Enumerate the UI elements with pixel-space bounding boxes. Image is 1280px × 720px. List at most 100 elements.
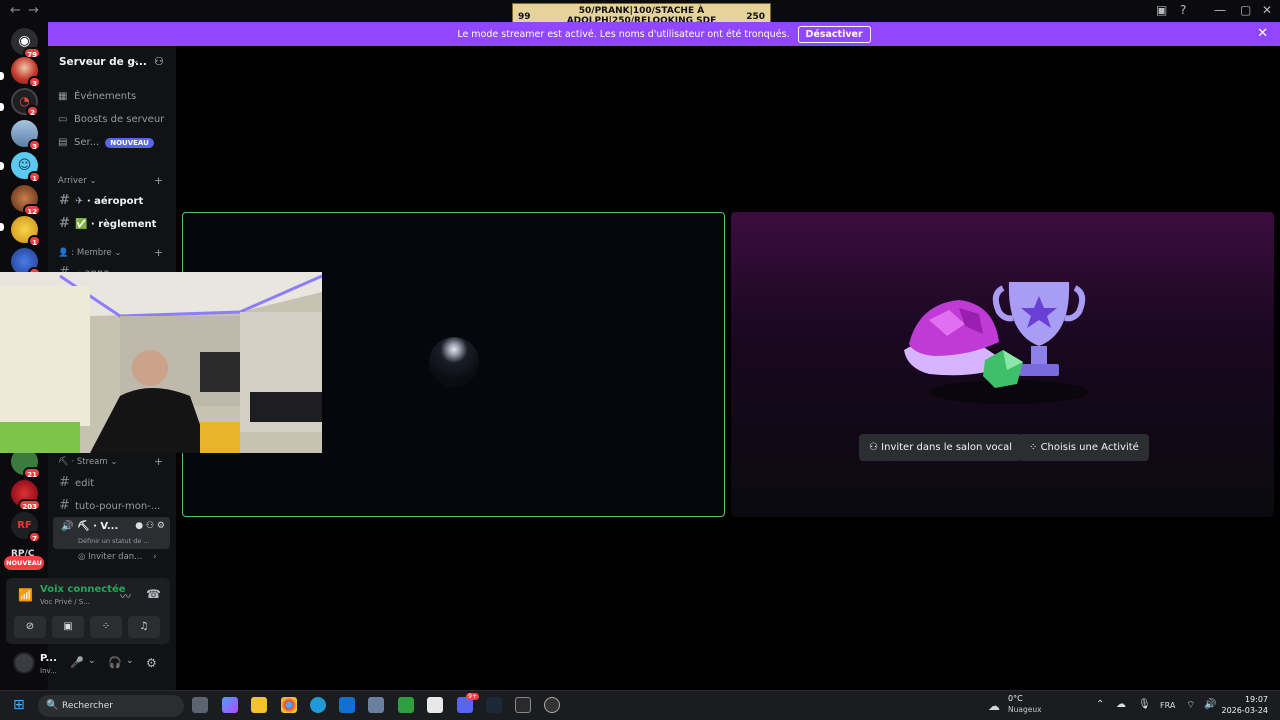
voice-connected-channel[interactable]: Voc Privé / S...: [40, 598, 90, 606]
system-clock[interactable]: 19:07 2026-03-24: [1222, 694, 1269, 716]
weather-description[interactable]: Nuageux: [1008, 705, 1042, 714]
server-icon[interactable]: 3: [11, 120, 41, 151]
soundboard-icon: ♫: [139, 621, 149, 632]
chevron-down-icon[interactable]: ⌄: [88, 656, 96, 666]
headphones-icon[interactable]: 🎧: [108, 656, 122, 669]
wifi-icon[interactable]: ⌔: [1186, 699, 1195, 712]
add-channel-icon[interactable]: +: [154, 246, 163, 259]
calendar-icon: ▦: [58, 91, 68, 102]
streamer-mode-banner: Le mode streamer est activé. Les noms d'…: [48, 22, 1280, 46]
task-view-icon[interactable]: [192, 697, 208, 713]
server-badge: 203: [18, 499, 41, 511]
weather-temperature[interactable]: 0°C: [1008, 694, 1023, 703]
minimize-icon[interactable]: —: [1214, 3, 1226, 17]
category-label: Stream: [76, 457, 108, 467]
events-label: Événements: [74, 91, 137, 102]
microphone-tray-icon[interactable]: 🎙: [1138, 699, 1151, 710]
server-icon[interactable]: 1: [11, 216, 41, 247]
screen-share-button[interactable]: ▣: [52, 616, 84, 638]
obs-icon[interactable]: [544, 697, 560, 713]
invite-icon[interactable]: ⚇: [146, 521, 154, 531]
chevron-down-icon[interactable]: ⌄: [126, 656, 134, 666]
channel-label: tuto-pour-mon-...: [75, 501, 161, 512]
signal-icon[interactable]: 📶: [18, 588, 33, 602]
user-status: Inv...: [40, 667, 57, 675]
volume-icon[interactable]: 🔊: [1204, 699, 1216, 710]
language-indicator[interactable]: FRA: [1160, 701, 1175, 710]
microphone-icon[interactable]: 🎤: [70, 656, 84, 669]
server-guide-nav-item[interactable]: ▤ Ser... NOUVEAU: [58, 137, 154, 148]
voice-connected-status[interactable]: Voix connectée: [40, 584, 126, 595]
server-icon[interactable]: 12: [11, 185, 41, 216]
add-channel-icon[interactable]: +: [154, 174, 163, 187]
category-arriver[interactable]: Arriver ⌄: [58, 176, 97, 186]
discord-home-icon[interactable]: ◉ 79: [11, 28, 41, 59]
gear-icon[interactable]: ⚙: [146, 656, 157, 670]
server-badge: 3: [28, 139, 41, 151]
voice-connection-panel: 📶 Voix connectée Voc Privé / S... 〰 ☎ ⊘ …: [6, 578, 170, 644]
back-arrow-icon[interactable]: ←: [10, 3, 21, 18]
server-boosts-nav-item[interactable]: ▭ Boosts de serveur: [58, 114, 164, 125]
category-membre[interactable]: 👤 ꞉ Membre ⌄: [58, 248, 121, 258]
forward-arrow-icon[interactable]: →: [28, 3, 39, 18]
category-stream[interactable]: ⛏ · Stream ⌄: [58, 457, 118, 467]
chevron-down-icon[interactable]: ⌄: [132, 56, 140, 66]
disconnect-icon[interactable]: ☎: [146, 587, 161, 601]
server-icon[interactable]: RF 7: [11, 512, 41, 543]
server-icon[interactable]: 3: [11, 57, 41, 88]
file-explorer-icon[interactable]: [251, 697, 267, 713]
chevron-up-icon[interactable]: ⌃: [1096, 699, 1104, 710]
category-label: Membre: [76, 248, 112, 258]
pickaxe-icon: ⛏: [58, 457, 69, 467]
add-member-icon[interactable]: ⚇: [154, 55, 164, 68]
activities-button[interactable]: ⁘: [90, 616, 122, 638]
gear-icon[interactable]: ⚙: [157, 521, 165, 531]
banner-close-icon[interactable]: ✕: [1257, 26, 1268, 41]
invite-activity-tile: ⚇ Inviter dans le salon vocal ⁘ Choisis …: [731, 212, 1274, 517]
avatar[interactable]: [13, 652, 35, 674]
invite-to-voice-button[interactable]: ⚇ Inviter dans le salon vocal: [859, 434, 1023, 461]
airplane-icon: ✈: [75, 196, 84, 207]
new-badge: NOUVEAU: [105, 138, 154, 148]
channel-aeroport[interactable]: # ✈ · aéroport: [59, 193, 143, 208]
help-icon[interactable]: ?: [1180, 3, 1186, 17]
events-nav-item[interactable]: ▦ Événements: [58, 91, 136, 102]
xbox-icon[interactable]: [398, 697, 414, 713]
channel-tuto[interactable]: # tuto-pour-mon-...: [59, 498, 160, 513]
windows-start-icon[interactable]: ⊞: [13, 697, 25, 713]
steam-icon[interactable]: [486, 697, 502, 713]
server-badge: 1: [28, 171, 41, 183]
close-window-icon[interactable]: ✕: [1262, 3, 1272, 17]
invite-row[interactable]: ◎ Inviter dan... ›: [78, 552, 156, 562]
edge-icon[interactable]: [310, 697, 326, 713]
chat-bubble-icon[interactable]: ●: [135, 521, 143, 531]
server-icon[interactable]: ☺ 1: [11, 152, 41, 183]
active-voice-channel[interactable]: 🔊 ⛏ · V... Définir un statut de ... ● ⚇ …: [53, 517, 170, 549]
inbox-icon[interactable]: ▣: [1156, 3, 1167, 17]
choose-activity-button[interactable]: ⁘ Choisis une Activité: [1019, 434, 1149, 461]
add-channel-icon[interactable]: +: [154, 455, 163, 468]
store-icon[interactable]: [427, 697, 443, 713]
server-icon[interactable]: 2: [11, 248, 41, 279]
copilot-icon[interactable]: [222, 697, 238, 713]
channel-reglement[interactable]: # ✅ · règlement: [59, 216, 156, 231]
taskbar-search[interactable]: 🔍 Rechercher: [38, 695, 184, 717]
network-tray-icon[interactable]: ☁: [1116, 699, 1126, 710]
voice-status-prompt[interactable]: Définir un statut de ...: [78, 537, 150, 545]
channel-edit[interactable]: # edit: [59, 475, 94, 490]
chrome-icon[interactable]: [281, 697, 297, 713]
maximize-icon[interactable]: ▢: [1240, 3, 1251, 17]
app-icon[interactable]: [515, 697, 531, 713]
settings-icon[interactable]: [368, 697, 384, 713]
soundboard-button[interactable]: ♫: [128, 616, 160, 638]
server-icon[interactable]: ◔ 2: [11, 88, 39, 117]
noise-suppression-icon[interactable]: 〰: [120, 588, 131, 604]
disable-streamer-mode-button[interactable]: Désactiver: [797, 25, 871, 43]
activities-icon: ⁘: [101, 621, 111, 632]
add-user-icon: ⚇: [869, 442, 878, 453]
discord-taskbar-icon[interactable]: 9+: [457, 693, 479, 713]
camera-toggle-button[interactable]: ⊘: [14, 616, 46, 638]
server-icon[interactable]: 203: [11, 480, 41, 511]
mail-icon[interactable]: [339, 697, 355, 713]
user-name[interactable]: P...: [40, 653, 57, 664]
